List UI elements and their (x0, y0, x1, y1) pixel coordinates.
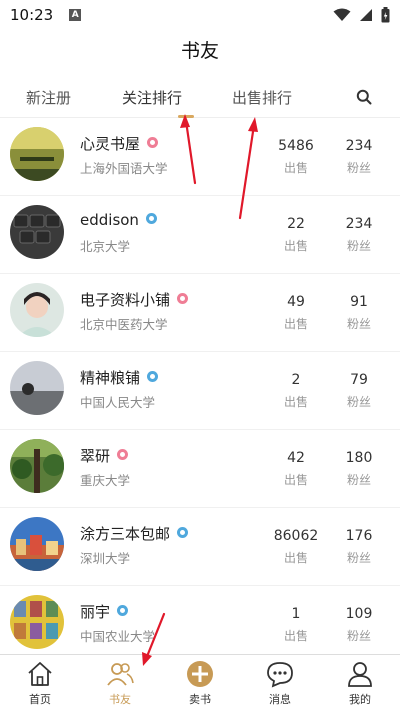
user-name: 丽宇 (80, 601, 129, 622)
user-name: 精神粮铺 (80, 367, 159, 388)
notification-a-icon: A (69, 9, 82, 21)
sold-label: 出售 (283, 395, 308, 409)
fans-count: 109 (345, 606, 373, 622)
user-row[interactable]: eddison 北京大学 22 出售 234 粉丝 (0, 196, 400, 274)
sold-label: 出售 (283, 239, 308, 253)
sold-count: 42 (287, 450, 305, 466)
sold-label: 出售 (283, 473, 308, 487)
tab-new-registered[interactable]: 新注册 (26, 87, 71, 108)
nav-label: 书友 (109, 693, 131, 706)
fans-label: 粉丝 (346, 551, 371, 565)
plus-circle-icon (187, 661, 213, 687)
app-header: 书友 (0, 30, 400, 72)
sold-count: 1 (291, 606, 301, 622)
fans-label: 粉丝 (346, 473, 371, 487)
user-row[interactable]: 心灵书屋 上海外国语大学 5486 出售 234 粉丝 (0, 118, 400, 196)
chat-bubble-icon (267, 662, 293, 688)
female-badge-icon (117, 449, 129, 460)
fans-label: 粉丝 (346, 161, 371, 175)
page-title: 书友 (180, 40, 219, 62)
user-school: 中国人民大学 (80, 395, 156, 410)
user-list: 心灵书屋 上海外国语大学 5486 出售 234 粉丝 eddison 北京大学… (0, 118, 400, 654)
female-badge-icon (177, 293, 189, 304)
user-school: 深圳大学 (80, 551, 131, 566)
friends-icon (107, 663, 134, 686)
user-school: 重庆大学 (80, 473, 131, 488)
user-school: 中国农业大学 (80, 629, 156, 644)
avatar (10, 127, 64, 181)
male-badge-icon (117, 605, 129, 616)
user-row[interactable]: 电子资料小铺 北京中医药大学 49 出售 91 粉丝 (0, 274, 400, 352)
sold-label: 出售 (283, 629, 308, 643)
nav-label: 消息 (269, 693, 291, 706)
nav-label: 我的 (349, 693, 371, 706)
avatar (10, 361, 64, 415)
tab-sales-ranking[interactable]: 出售排行 (232, 87, 292, 108)
user-name: 电子资料小铺 (80, 289, 189, 310)
fans-label: 粉丝 (346, 395, 371, 409)
user-name: 涂方三本包邮 (80, 523, 189, 544)
male-badge-icon (147, 371, 159, 382)
user-icon (348, 662, 372, 687)
user-row[interactable]: 精神粮铺 中国人民大学 2 出售 79 粉丝 (0, 352, 400, 430)
fans-count: 91 (350, 294, 368, 310)
sold-count: 86062 (273, 528, 319, 544)
avatar (10, 283, 64, 337)
user-row[interactable]: 涂方三本包邮 深圳大学 86062 出售 176 粉丝 (0, 508, 400, 586)
fans-label: 粉丝 (346, 629, 371, 643)
male-badge-icon (177, 527, 189, 538)
sold-count: 49 (287, 294, 305, 310)
fans-count: 176 (345, 528, 373, 544)
tab-bar: 新注册 关注排行 出售排行 (0, 76, 400, 118)
sold-label: 出售 (283, 161, 308, 175)
user-row[interactable]: 丽宇 中国农业大学 1 出售 109 粉丝 (0, 586, 400, 654)
user-school: 上海外国语大学 (80, 161, 168, 176)
home-icon (28, 662, 52, 686)
bottom-nav: 首页 书友 卖书 消息 我的 (0, 654, 400, 710)
nav-home[interactable]: 首页 (5, 659, 75, 707)
nav-book-friends[interactable]: 书友 (85, 659, 155, 707)
signal-icon (360, 9, 372, 21)
sold-count: 2 (291, 372, 301, 388)
nav-label: 卖书 (189, 693, 211, 706)
nav-label: 首页 (29, 693, 51, 706)
avatar (10, 517, 64, 571)
nav-messages[interactable]: 消息 (245, 659, 315, 707)
status-time: 10:23 (10, 6, 54, 24)
nav-sell-book[interactable]: 卖书 (165, 659, 235, 707)
user-school: 北京中医药大学 (80, 317, 168, 332)
tab-follow-ranking[interactable]: 关注排行 (122, 87, 182, 108)
user-school: 北京大学 (80, 239, 131, 254)
battery-icon (381, 7, 390, 23)
avatar (10, 439, 64, 493)
avatar (10, 205, 64, 259)
sold-label: 出售 (283, 551, 308, 565)
search-icon[interactable] (356, 89, 372, 105)
sold-label: 出售 (283, 317, 308, 331)
fans-count: 234 (345, 138, 373, 154)
fans-count: 180 (345, 450, 373, 466)
status-bar: 10:23 A (0, 0, 400, 30)
male-badge-icon (145, 213, 157, 224)
avatar (10, 595, 64, 649)
user-name: 心灵书屋 (80, 133, 159, 154)
wifi-icon (333, 8, 351, 21)
user-row[interactable]: 翠研 重庆大学 42 出售 180 粉丝 (0, 430, 400, 508)
fans-label: 粉丝 (346, 317, 371, 331)
sold-count: 5486 (278, 138, 314, 154)
fans-count: 234 (345, 216, 373, 232)
fans-count: 79 (350, 372, 368, 388)
nav-profile[interactable]: 我的 (325, 659, 395, 707)
user-name: eddison (80, 211, 157, 229)
sold-count: 22 (287, 216, 305, 232)
user-name: 翠研 (80, 445, 129, 466)
female-badge-icon (147, 137, 159, 148)
fans-label: 粉丝 (346, 239, 371, 253)
